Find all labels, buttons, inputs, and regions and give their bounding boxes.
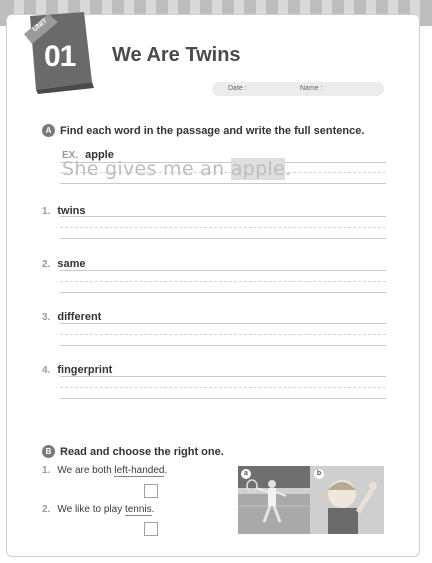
photo-illustration xyxy=(238,466,384,534)
photo-label-b: b xyxy=(314,469,324,479)
answer-line[interactable] xyxy=(60,398,386,399)
question-1: 1. We are both left-handed. xyxy=(42,465,168,477)
answer-checkbox[interactable] xyxy=(144,522,158,536)
guide-line xyxy=(60,387,386,388)
answer-line[interactable] xyxy=(60,376,386,377)
name-label: Name : xyxy=(300,85,323,92)
date-name-bar: Date : Name : xyxy=(212,82,384,96)
answer-line[interactable] xyxy=(60,292,386,293)
guide-line xyxy=(60,281,386,282)
example-sentence-end: . xyxy=(285,158,292,180)
answer-photos: a b xyxy=(238,466,384,534)
guide-line xyxy=(60,227,386,228)
question-text: We are both xyxy=(57,465,115,476)
item-number: 3. xyxy=(42,312,51,323)
item-number: 4. xyxy=(42,365,51,376)
question-number: 2. xyxy=(42,504,51,515)
page-title: We Are Twins xyxy=(112,44,241,66)
answer-line[interactable] xyxy=(60,323,386,324)
question-2: 2. We like to play tennis. xyxy=(42,504,155,516)
item-word: same xyxy=(57,258,86,270)
section-a-instruction: Find each word in the passage and write … xyxy=(60,125,365,137)
answer-line[interactable] xyxy=(60,238,386,239)
answer-line xyxy=(60,183,386,184)
example-sentence-highlight: apple xyxy=(230,158,286,180)
item-number: 2. xyxy=(42,259,51,270)
section-b-instruction: Read and choose the right one. xyxy=(60,446,224,458)
question-underlined: tennis xyxy=(124,504,152,516)
example-sentence-start: She gives me an xyxy=(62,158,231,180)
question-number: 1. xyxy=(42,465,51,476)
section-b-badge: B xyxy=(42,445,55,458)
answer-line[interactable] xyxy=(60,270,386,271)
photo-label-a: a xyxy=(241,469,251,479)
section-a-heading: A Find each word in the passage and write… xyxy=(42,124,364,137)
example-sentence: She gives me an apple. xyxy=(62,158,291,180)
date-label: Date : xyxy=(228,85,247,92)
question-end: . xyxy=(151,504,155,515)
section-a-badge: A xyxy=(42,124,55,137)
answer-checkbox[interactable] xyxy=(144,484,158,498)
guide-line xyxy=(60,334,386,335)
question-underlined: left-handed xyxy=(114,465,165,477)
question-text: We like to play xyxy=(57,504,125,515)
unit-number: 01 xyxy=(44,40,76,73)
question-end: . xyxy=(164,465,168,476)
section-b-heading: B Read and choose the right one. xyxy=(42,445,224,458)
unit-badge: UNIT 01 xyxy=(22,10,98,94)
answer-line[interactable] xyxy=(60,216,386,217)
item-word: fingerprint xyxy=(57,364,113,376)
answer-line[interactable] xyxy=(60,345,386,346)
item-number: 1. xyxy=(42,206,51,217)
item-word: different xyxy=(57,311,102,323)
